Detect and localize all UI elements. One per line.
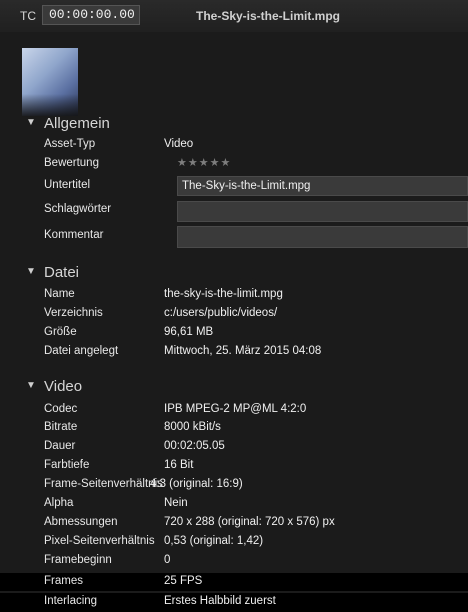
row-value: Nein: [164, 497, 188, 509]
row-value: 96,61 MB: [164, 326, 214, 338]
row-label: Untertitel: [44, 179, 91, 191]
info-row: Framebeginn 0: [0, 551, 468, 573]
row-value: 8000 kBit/s: [164, 421, 221, 433]
row-label: Bewertung: [44, 157, 99, 169]
row-label: Alpha: [44, 497, 74, 509]
row-label: Datei angelegt: [44, 345, 119, 357]
clip-title: The-Sky-is-the-Limit.mpg: [196, 9, 341, 23]
row-label: Kommentar: [44, 229, 104, 241]
row-label: Asset-Typ: [44, 138, 96, 150]
row-value: 720 x 288 (original: 720 x 576) px: [164, 516, 335, 528]
timecode-label: TC: [20, 9, 36, 23]
section-title: Datei: [44, 264, 80, 281]
row-value: 0,53 (original: 1,42): [164, 535, 264, 547]
row-label: Dauer: [44, 440, 76, 452]
clip-thumbnail: [22, 48, 78, 116]
comment-input[interactable]: [177, 226, 468, 248]
section-title: Video: [44, 378, 83, 395]
section-video-header[interactable]: ▼ Video: [0, 376, 468, 398]
info-row: Interlacing Erstes Halbbild zuerst: [0, 593, 468, 612]
collapse-arrow-icon[interactable]: ▼: [26, 266, 36, 277]
row-value: 00:02:05.05: [164, 440, 225, 452]
row-label: Bitrate: [44, 421, 78, 433]
row-label: Codec: [44, 403, 78, 415]
row-value: 4:3 (original: 16:9): [150, 478, 243, 490]
row-label: Größe: [44, 326, 77, 338]
timecode-field[interactable]: 00:00:00.00: [42, 5, 140, 25]
collapse-arrow-icon[interactable]: ▼: [26, 380, 36, 391]
row-label: Name: [44, 288, 75, 300]
collapse-arrow-icon[interactable]: ▼: [26, 117, 36, 128]
row-value: Erstes Halbbild zuerst: [164, 595, 276, 607]
row-value: 16 Bit: [164, 459, 194, 471]
rating-stars-icon[interactable]: ★★★★★: [177, 156, 231, 169]
row-value: 25 FPS: [164, 575, 203, 587]
row-value: 0: [164, 554, 171, 566]
row-label: Frames: [44, 575, 83, 587]
row-value: the-sky-is-the-limit.mpg: [164, 288, 283, 300]
section-title: Allgemein: [44, 115, 110, 132]
info-row: Datei angelegt Mittwoch, 25. März 2015 0…: [0, 342, 468, 364]
keywords-input[interactable]: [177, 201, 468, 222]
row-value: IPB MPEG-2 MP@ML 4:2:0: [164, 403, 307, 415]
row-label: Pixel-Seitenverhältnis: [44, 535, 155, 547]
row-value: Mittwoch, 25. März 2015 04:08: [164, 345, 322, 357]
row-value: Video: [164, 138, 194, 150]
row-label: Abmessungen: [44, 516, 118, 528]
info-row: Frames 25 FPS: [0, 573, 468, 591]
row-label: Schlagwörter: [44, 203, 112, 215]
row-label: Framebeginn: [44, 554, 112, 566]
row-label: Verzeichnis: [44, 307, 103, 319]
top-bar: TC 00:00:00.00 The-Sky-is-the-Limit.mpg: [0, 0, 468, 32]
row-label: Interlacing: [44, 595, 98, 607]
row-value: c:/users/public/videos/: [164, 307, 278, 319]
info-row-rating: Bewertung ★★★★★: [0, 154, 468, 176]
section-file-header[interactable]: ▼ Datei: [0, 262, 468, 284]
section-general-header[interactable]: ▼ Allgemein: [0, 113, 468, 135]
subtitle-input[interactable]: The-Sky-is-the-Limit.mpg: [177, 176, 468, 196]
row-label: Frame-Seitenverhältnis: [44, 478, 163, 490]
row-label: Farbtiefe: [44, 459, 90, 471]
